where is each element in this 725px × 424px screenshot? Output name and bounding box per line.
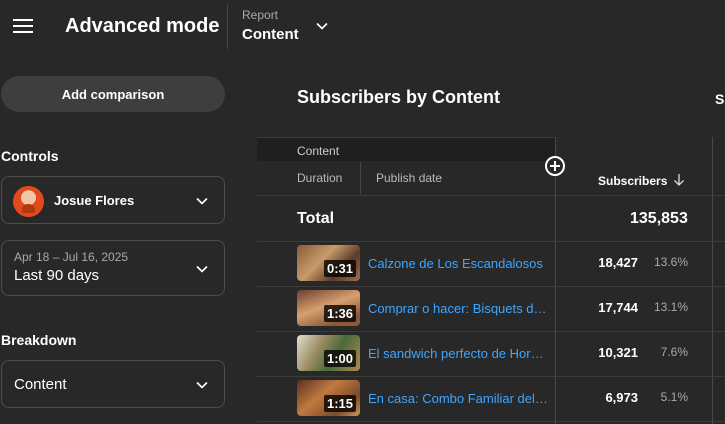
video-thumbnail[interactable]: 1:36	[297, 290, 360, 326]
analytics-app: Advanced mode Report Content Add compari…	[0, 0, 725, 424]
sort-descending-icon[interactable]	[673, 173, 685, 187]
breakdown-value: Content	[14, 376, 67, 393]
date-range-selector[interactable]: Apr 18 – Jul 16, 2025 Last 90 days	[1, 240, 225, 296]
chevron-down-icon	[196, 197, 208, 205]
video-thumbnail[interactable]: 1:15	[297, 380, 360, 416]
column-header-subscribers[interactable]: Subscribers	[598, 174, 667, 188]
video-duration: 1:00	[323, 350, 356, 367]
add-comparison-button[interactable]: Add comparison	[1, 76, 225, 112]
breakdown-title: Breakdown	[1, 332, 77, 348]
column-header-publish-date[interactable]: Publish date	[376, 171, 442, 185]
avatar	[13, 186, 44, 217]
table-row[interactable]: 1:00 El sandwich perfecto de Hora de Ave…	[257, 332, 725, 377]
chevron-down-icon	[196, 265, 208, 273]
report-label: Report	[242, 8, 279, 22]
date-range-label: Last 90 days	[14, 267, 100, 284]
total-label: Total	[297, 210, 335, 227]
video-thumbnail[interactable]: 0:31	[297, 245, 360, 281]
add-column-icon[interactable]	[545, 156, 565, 176]
column-group-header: Content	[257, 137, 555, 161]
truncated-header-text: Sl	[715, 91, 725, 107]
date-range-text: Apr 18 – Jul 16, 2025	[14, 250, 129, 264]
subscribers-percent: 13.6%	[653, 255, 688, 269]
subscribers-percent: 7.6%	[660, 345, 688, 359]
video-thumbnail[interactable]: 1:00	[297, 335, 360, 371]
video-title-link[interactable]: En casa: Combo Familiar del KFC	[368, 391, 548, 406]
video-title-link[interactable]: Calzone de Los Escandalosos	[368, 256, 548, 271]
row-divider	[257, 421, 725, 422]
video-duration: 1:36	[323, 305, 356, 322]
table-row[interactable]: 1:36 Comprar o hacer: Bisquets de Pan 17…	[257, 287, 725, 332]
subscribers-value: 10,321	[598, 345, 638, 360]
channel-selector[interactable]: Josue Flores	[1, 176, 225, 224]
chevron-down-icon	[196, 381, 208, 389]
app-title: Advanced mode	[65, 15, 220, 37]
video-duration: 0:31	[323, 260, 356, 277]
content-table: Content Duration Publish date Subscriber…	[257, 137, 725, 424]
total-value: 135,853	[630, 210, 688, 227]
table-title: Subscribers by Content	[297, 87, 501, 107]
chevron-down-icon[interactable]	[315, 19, 329, 33]
column-divider	[360, 162, 361, 194]
breakdown-selector[interactable]: Content	[1, 360, 225, 408]
subscribers-value: 6,973	[605, 390, 638, 405]
table-row[interactable]: 0:31 Calzone de Los Escandalosos 18,427 …	[257, 242, 725, 287]
header-divider	[227, 5, 228, 49]
report-selector[interactable]: Content	[242, 26, 299, 43]
video-title-link[interactable]: El sandwich perfecto de Hora de Aventura	[368, 346, 548, 361]
subscribers-percent: 13.1%	[653, 300, 688, 314]
video-title-link[interactable]: Comprar o hacer: Bisquets de Pan	[368, 301, 548, 316]
channel-name: Josue Flores	[54, 193, 135, 208]
column-header-content[interactable]: Content	[297, 144, 339, 158]
row-divider	[257, 195, 725, 196]
table-row[interactable]: 1:15 En casa: Combo Familiar del KFC 6,9…	[257, 377, 725, 422]
column-header-duration[interactable]: Duration	[297, 171, 342, 185]
menu-icon[interactable]	[13, 19, 33, 33]
controls-title: Controls	[1, 148, 59, 164]
video-duration: 1:15	[323, 395, 356, 412]
subscribers-value: 18,427	[598, 255, 638, 270]
subscribers-percent: 5.1%	[660, 390, 688, 404]
subscribers-value: 17,744	[598, 300, 638, 315]
